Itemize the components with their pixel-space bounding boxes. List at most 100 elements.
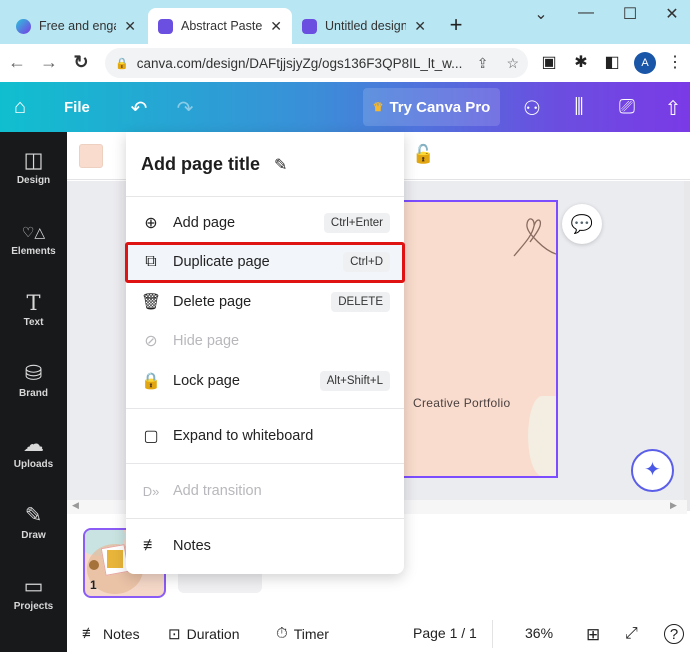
page-number: 1 [90,578,97,592]
menu-item-expand-whiteboard[interactable]: ▢ Expand to whiteboard [140,420,390,452]
insights-chart-icon[interactable]: ⫼ [566,96,592,119]
magic-assistant-button[interactable]: ✦ [631,449,674,492]
sidebar-item-text[interactable]: T Text [0,290,67,328]
side-panel-icon[interactable]: ◧ [601,52,623,72]
add-page-title[interactable]: Add page title ✎ [141,154,287,175]
tab-title: Untitled design [325,19,407,33]
present-icon[interactable]: ⎚ [614,96,640,119]
brand-icon: ⛁ [24,362,43,385]
share-icon[interactable]: ⇪ [477,55,489,72]
sidebar-label: Projects [13,601,54,612]
sidebar-item-draw[interactable]: ✎ Draw [0,503,67,541]
sidebar-item-brand[interactable]: ⛁ Brand [0,361,67,399]
screenshot-extension-icon[interactable]: ▣ [538,52,560,72]
lock-toggle-icon[interactable]: 🔓 [412,144,434,165]
grid-view-icon[interactable]: ⊞ [586,625,600,645]
close-tab-icon[interactable]: ✕ [270,18,282,35]
pattern-blob-decoration [528,396,556,476]
tab-title: Abstract Pastel [181,19,263,33]
duration-button[interactable]: ⊡ Duration [168,625,240,643]
page-title-text[interactable]: Creative Portfolio [413,396,510,410]
tab-title: Free and engaging [39,19,116,33]
upload-share-icon[interactable]: ⇧ [660,96,686,121]
notes-icon: ≢ [143,537,159,554]
forward-icon[interactable]: → [38,52,60,73]
text-icon: T [26,291,41,315]
scroll-right-icon[interactable]: ▶ [670,500,677,511]
back-icon[interactable]: ← [6,52,28,73]
projects-icon: ▭ [23,575,44,598]
try-pro-label: Try Canva Pro [389,98,491,116]
duration-play-icon: ⊡ [168,626,181,643]
url-bar[interactable]: 🔒 canva.com/design/DAFtjjsjyZg/ogs136F3Q… [105,48,528,78]
menu-divider [126,196,404,197]
elements-icon: ♡△ [21,224,46,240]
menu-item-label: Notes [173,538,211,554]
undo-icon[interactable]: ↶ [126,96,152,121]
menu-item-notes[interactable]: ≢ Notes [140,530,390,562]
minimize-button[interactable]: — [574,4,598,22]
profile-avatar[interactable]: A [634,52,656,74]
close-tab-icon[interactable]: ✕ [124,18,136,35]
menu-item-label: Hide page [173,333,240,349]
vertical-scrollbar[interactable] [684,181,690,511]
add-comment-button[interactable]: 💬 [562,204,602,244]
sidebar-item-uploads[interactable]: ☁ Uploads [0,432,67,470]
try-canva-pro-button[interactable]: ♛ Try Canva Pro [363,88,500,126]
zoom-level[interactable]: 36% [525,625,553,641]
menu-item-duplicate-page[interactable]: ⧉ Duplicate page Ctrl+D [140,246,390,278]
background-color-swatch[interactable] [79,144,103,168]
menu-divider [126,408,404,409]
close-tab-icon[interactable]: ✕ [414,18,426,35]
maximize-button[interactable]: ☐ [618,4,642,24]
redo-icon[interactable]: ↷ [172,96,198,121]
menu-title-text: Add page title [141,154,261,174]
page-indicator[interactable]: Page 1 / 1 [413,625,477,641]
timer-icon: ⏱ [276,625,288,642]
menu-item-add-page[interactable]: ⊕ Add page Ctrl+Enter [140,207,390,239]
sidebar-item-elements[interactable]: ♡△ Elements [0,219,67,257]
canva-design-icon [158,18,173,34]
timer-label: Timer [293,625,329,642]
help-icon[interactable]: ? [664,624,684,644]
notes-button[interactable]: ≢ Notes [82,625,140,642]
uploads-icon: ☁ [23,433,44,456]
notes-label: Notes [103,625,140,642]
sidebar-label: Draw [21,530,46,541]
home-icon[interactable]: ⌂ [7,96,33,119]
sidebar-label: Uploads [13,459,54,470]
menu-item-label: Expand to whiteboard [173,428,314,444]
menu-item-label: Delete page [173,294,252,310]
menu-item-label: Add transition [173,483,262,499]
share-people-icon[interactable]: ⚇ [519,96,545,121]
browser-tab[interactable]: Untitled design ✕ [292,8,436,44]
sidebar-item-design[interactable]: ◫ Design [0,148,67,186]
extensions-puzzle-icon[interactable]: ✱ [570,52,592,72]
file-menu-button[interactable]: File [64,99,90,116]
sidebar-item-projects[interactable]: ▭ Projects [0,574,67,612]
timer-button[interactable]: ⏱ Timer [276,625,329,642]
menu-item-hide-page: ⊘ Hide page [140,325,390,357]
notes-icon: ≢ [82,625,97,642]
shortcut-badge: Ctrl+D [343,252,390,272]
sidebar-label: Text [23,317,44,328]
menu-item-label: Duplicate page [173,254,270,270]
menu-item-delete-page[interactable]: 🗑 Delete page DELETE [140,286,390,318]
close-window-button[interactable]: ✕ [660,4,684,24]
menu-item-lock-page[interactable]: 🔒 Lock page Alt+Shift+L [140,365,390,397]
expand-whiteboard-icon: ▢ [143,428,159,445]
duration-label: Duration [186,626,240,642]
browser-tab-active[interactable]: Abstract Pastel ✕ [148,8,292,44]
tab-search-icon[interactable]: ⌄ [529,4,553,24]
scroll-left-icon[interactable]: ◀ [72,500,79,511]
new-tab-button[interactable]: + [444,12,468,38]
browser-tab[interactable]: Free and engaging ✕ [6,8,146,44]
pencil-icon[interactable]: ✎ [274,155,287,175]
draw-icon: ✎ [24,504,43,527]
bookmark-star-icon[interactable]: ☆ [506,55,519,72]
fullscreen-icon[interactable]: ⤢ [625,625,638,643]
reload-icon[interactable]: ↻ [70,52,92,73]
sidebar-label: Elements [11,246,56,257]
browser-menu-icon[interactable]: ⋮ [664,52,686,72]
design-icon: ◫ [23,149,44,172]
